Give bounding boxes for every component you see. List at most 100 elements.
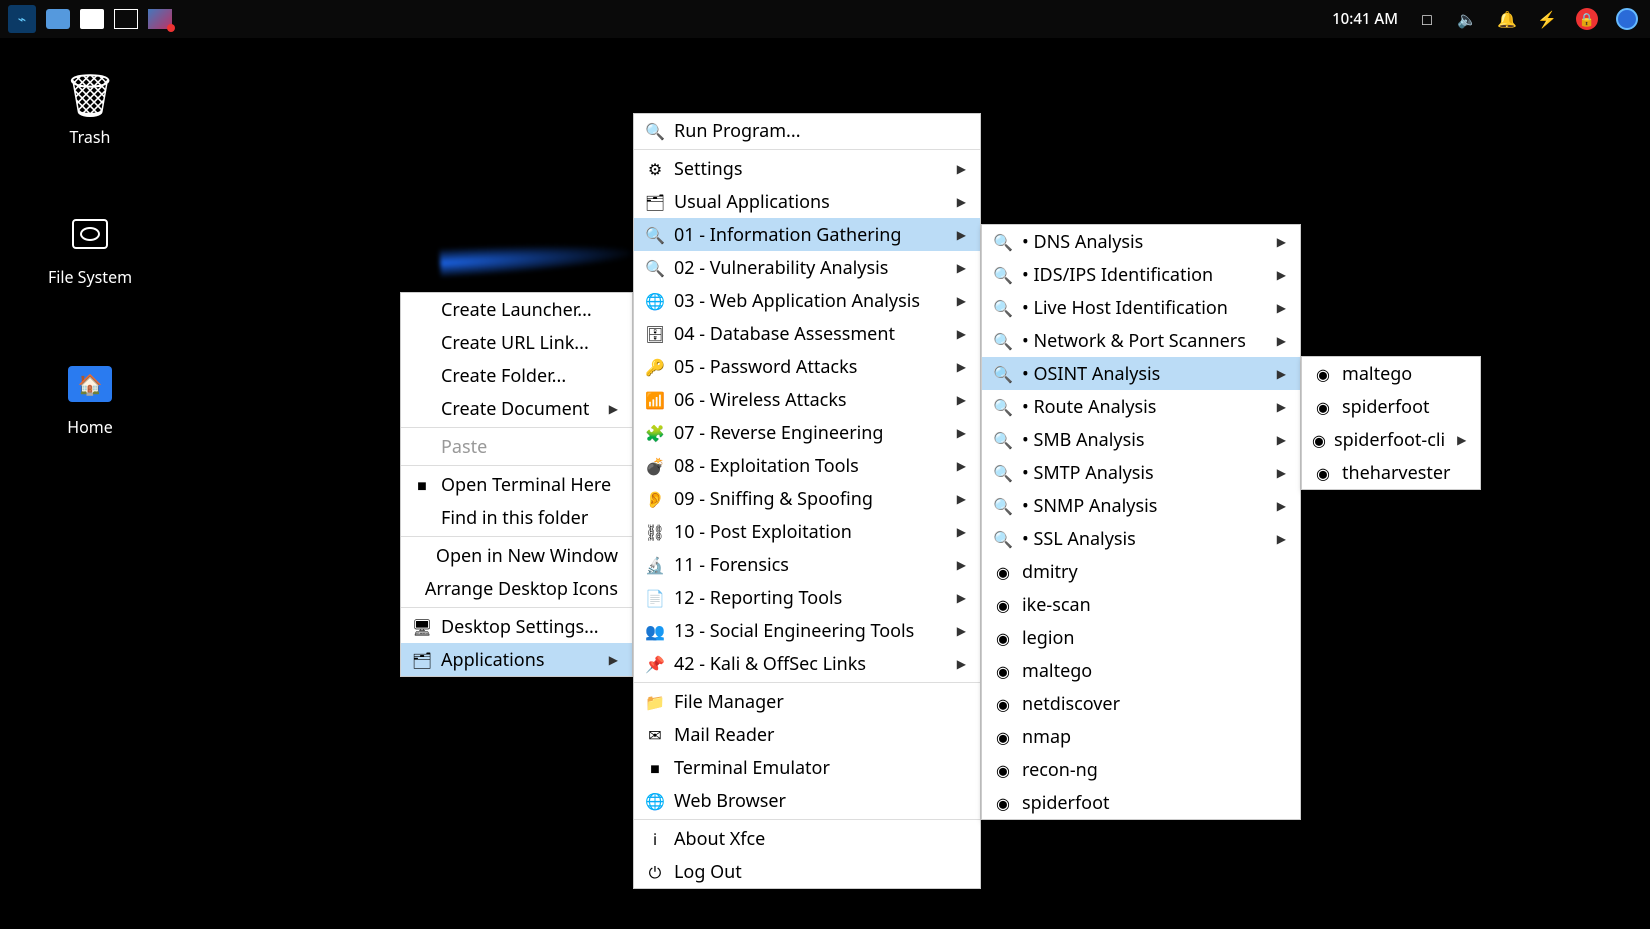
infogather-item-16[interactable]: ◉recon-ng [982,753,1300,786]
panel-clock[interactable]: 10:41 AM [1332,9,1398,29]
apps-item-5[interactable]: 🌐03 - Web Application Analysis▶ [634,284,980,317]
submenu-arrow-icon: ▶ [957,328,966,340]
infogather-item-2[interactable]: 🔍• Live Host Identification▶ [982,291,1300,324]
menu-item-label: theharvester [1342,464,1466,482]
taskbar-app-1[interactable] [46,9,70,29]
infogather-item-0[interactable]: 🔍• DNS Analysis▶ [982,225,1300,258]
apps-item-3[interactable]: 🔍01 - Information Gathering▶ [634,218,980,251]
osint-item-0[interactable]: ◉maltego [1302,357,1480,390]
taskbar-app-4[interactable] [148,9,172,29]
menu-item-icon: ◉ [992,762,1014,778]
apps-item-17[interactable]: 📁File Manager [634,685,980,718]
notifications-icon[interactable]: 🔔 [1496,8,1518,30]
apps-item-7[interactable]: 🔑05 - Password Attacks▶ [634,350,980,383]
ctx-item-2[interactable]: Create Folder... [401,359,632,392]
menu-item-label: Mail Reader [674,726,966,744]
menu-item-label: • SMB Analysis [1022,431,1265,449]
infogather-item-6[interactable]: 🔍• SMB Analysis▶ [982,423,1300,456]
menu-item-icon: 📁 [644,694,666,710]
submenu-arrow-icon: ▶ [957,163,966,175]
apps-item-6[interactable]: 🗄04 - Database Assessment▶ [634,317,980,350]
apps-item-4[interactable]: 🔍02 - Vulnerability Analysis▶ [634,251,980,284]
infogather-item-7[interactable]: 🔍• SMTP Analysis▶ [982,456,1300,489]
update-icon[interactable] [1616,8,1638,30]
start-menu-icon[interactable]: ⌁ [8,5,36,33]
ctx-item-7[interactable]: Open in New Window [401,539,632,572]
osint-item-1[interactable]: ◉spiderfoot [1302,390,1480,423]
submenu-arrow-icon: ▶ [1277,335,1286,347]
desktop-filesystem[interactable]: File System [40,210,140,288]
infogather-item-5[interactable]: 🔍• Route Analysis▶ [982,390,1300,423]
menu-item-label: 08 - Exploitation Tools [674,457,945,475]
menu-item-label: Paste [441,438,618,456]
menu-item-icon: ◉ [992,696,1014,712]
menu-item-label: Web Browser [674,792,966,810]
infogather-item-13[interactable]: ◉maltego [982,654,1300,687]
menu-item-label: 02 - Vulnerability Analysis [674,259,945,277]
apps-item-20[interactable]: 🌐Web Browser [634,784,980,817]
ctx-item-5[interactable]: ■Open Terminal Here [401,468,632,501]
infogather-item-11[interactable]: ◉ike-scan [982,588,1300,621]
lock-icon[interactable]: 🔒 [1576,8,1598,30]
apps-item-8[interactable]: 📶06 - Wireless Attacks▶ [634,383,980,416]
ctx-item-9[interactable]: 🖥Desktop Settings... [401,610,632,643]
power-icon[interactable]: ⚡ [1536,8,1558,30]
infogather-item-14[interactable]: ◉netdiscover [982,687,1300,720]
menu-item-icon: 📄 [644,590,666,606]
infogather-item-1[interactable]: 🔍• IDS/IPS Identification▶ [982,258,1300,291]
volume-icon[interactable]: 🔈 [1456,8,1478,30]
apps-item-21[interactable]: ℹAbout Xfce [634,822,980,855]
ctx-item-3[interactable]: Create Document▶ [401,392,632,425]
infogather-item-9[interactable]: 🔍• SSL Analysis▶ [982,522,1300,555]
menu-item-icon: 🗂 [411,652,433,668]
menu-item-label: 12 - Reporting Tools [674,589,945,607]
apps-item-9[interactable]: 🧩07 - Reverse Engineering▶ [634,416,980,449]
apps-item-14[interactable]: 📄12 - Reporting Tools▶ [634,581,980,614]
menu-item-label: About Xfce [674,830,966,848]
menu-item-label: • OSINT Analysis [1022,365,1265,383]
apps-item-18[interactable]: ✉Mail Reader [634,718,980,751]
display-icon[interactable]: □ [1416,8,1438,30]
ctx-item-8[interactable]: Arrange Desktop Icons [401,572,632,605]
infogather-item-10[interactable]: ◉dmitry [982,555,1300,588]
apps-item-0[interactable]: 🔍Run Program... [634,114,980,147]
ctx-item-1[interactable]: Create URL Link... [401,326,632,359]
infogather-item-8[interactable]: 🔍• SNMP Analysis▶ [982,489,1300,522]
infogather-item-12[interactable]: ◉legion [982,621,1300,654]
taskbar-filemanager-icon[interactable] [80,9,104,29]
apps-item-22[interactable]: ⏻Log Out [634,855,980,888]
menu-item-icon: 🔍 [644,123,666,139]
menu-item-icon: 🔍 [992,432,1014,448]
menu-item-label: spiderfoot-cli [1334,431,1445,449]
apps-item-15[interactable]: 👥13 - Social Engineering Tools▶ [634,614,980,647]
infogather-item-4[interactable]: 🔍• OSINT Analysis▶ [982,357,1300,390]
osint-item-2[interactable]: ◉spiderfoot-cli▶ [1302,423,1480,456]
apps-item-16[interactable]: 📌42 - Kali & OffSec Links▶ [634,647,980,680]
desktop-home[interactable]: 🏠 Home [40,360,140,438]
apps-item-11[interactable]: 👂09 - Sniffing & Spoofing▶ [634,482,980,515]
taskbar-terminal-icon[interactable] [114,9,138,29]
menu-item-label: legion [1022,629,1286,647]
ctx-item-10[interactable]: 🗂Applications▶ [401,643,632,676]
menu-item-label: 05 - Password Attacks [674,358,945,376]
ctx-item-6[interactable]: Find in this folder [401,501,632,534]
menu-item-label: 13 - Social Engineering Tools [674,622,945,640]
apps-item-1[interactable]: ⚙Settings▶ [634,152,980,185]
ctx-item-0[interactable]: Create Launcher... [401,293,632,326]
osint-item-3[interactable]: ◉ theharvester [1302,456,1480,489]
menu-item-icon: ■ [644,760,666,776]
apps-item-13[interactable]: 🔬11 - Forensics▶ [634,548,980,581]
infogather-item-17[interactable]: ◉spiderfoot [982,786,1300,819]
apps-item-19[interactable]: ■Terminal Emulator [634,751,980,784]
infogather-item-15[interactable]: ◉nmap [982,720,1300,753]
menu-item-icon: ◉ [1312,465,1334,481]
apps-item-12[interactable]: ⛓10 - Post Exploitation▶ [634,515,980,548]
submenu-arrow-icon: ▶ [957,262,966,274]
infogather-item-3[interactable]: 🔍• Network & Port Scanners▶ [982,324,1300,357]
apps-item-2[interactable]: 🗂Usual Applications▶ [634,185,980,218]
desktop-trash[interactable]: 🗑 Trash [40,70,140,148]
submenu-arrow-icon: ▶ [957,229,966,241]
menu-item-icon: ◉ [1312,366,1334,382]
apps-item-10[interactable]: 💣08 - Exploitation Tools▶ [634,449,980,482]
desktop-filesystem-label: File System [40,266,140,288]
